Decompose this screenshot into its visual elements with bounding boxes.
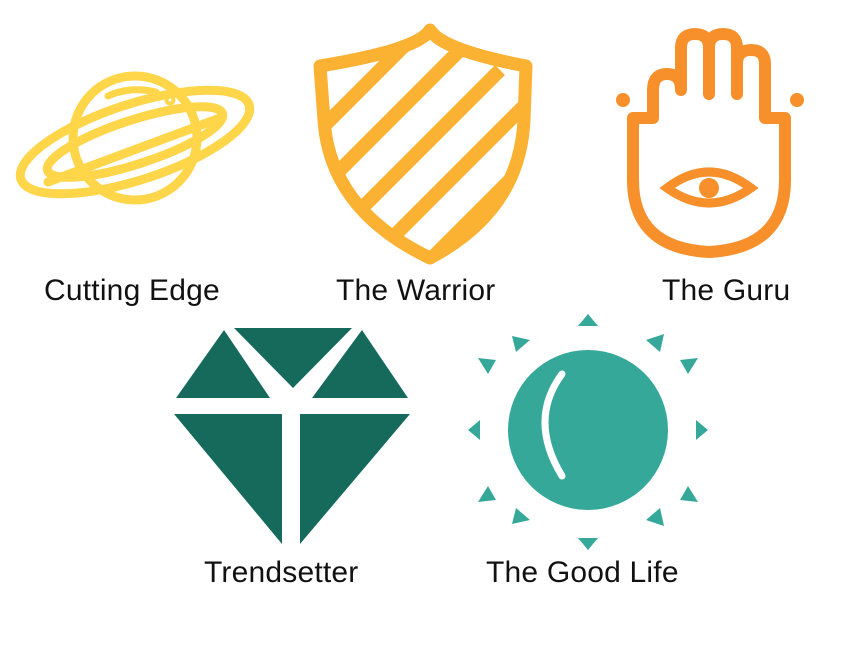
archetype-the-guru: The Guru — [600, 0, 854, 310]
archetype-label: The Warrior — [336, 274, 496, 307]
diamond-gem-icon — [174, 328, 410, 544]
archetype-the-warrior: The Warrior — [300, 0, 540, 310]
archetype-label: Trendsetter — [204, 556, 359, 589]
archetype-label: The Good Life — [486, 556, 679, 589]
archetype-label: The Guru — [662, 274, 791, 307]
hamsa-hand-eye-icon — [616, 28, 804, 258]
archetype-label: Cutting Edge — [44, 274, 220, 307]
sun-icon — [468, 314, 708, 550]
striped-shield-icon — [313, 23, 533, 265]
planet-ring-icon — [15, 71, 255, 205]
archetype-the-good-life: The Good Life — [468, 312, 730, 612]
archetype-trendsetter: Trendsetter — [170, 312, 430, 612]
archetype-cutting-edge: Cutting Edge — [0, 0, 260, 310]
